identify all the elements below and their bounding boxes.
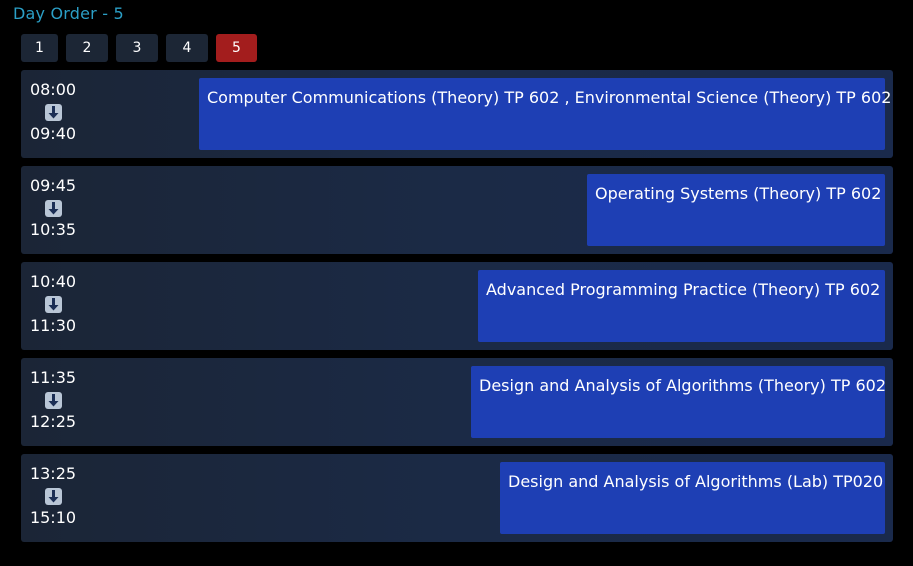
day-tab-4[interactable]: 4 [166, 34, 208, 62]
time-slot: 09:45 10:35 [21, 166, 85, 254]
down-arrow-icon [44, 104, 62, 121]
page-title: Day Order - 5 [13, 4, 124, 23]
down-arrow-icon [44, 296, 62, 313]
day-tab-5[interactable]: 5 [216, 34, 257, 62]
end-time: 10:35 [29, 220, 77, 239]
time-slot: 08:00 09:40 [21, 70, 85, 158]
schedule-row: 08:00 09:40 Computer Communications (The… [21, 70, 893, 158]
start-time: 10:40 [29, 272, 77, 291]
down-arrow-icon [44, 488, 62, 505]
schedule-row: 11:35 12:25 Design and Analysis of Algor… [21, 358, 893, 446]
schedule-row: 09:45 10:35 Operating Systems (Theory) T… [21, 166, 893, 254]
course-block[interactable]: Advanced Programming Practice (Theory) T… [478, 270, 885, 342]
schedule-row: 13:25 15:10 Design and Analysis of Algor… [21, 454, 893, 542]
end-time: 11:30 [29, 316, 77, 335]
day-order-tabs: 1 2 3 4 5 [21, 34, 257, 62]
end-time: 12:25 [29, 412, 77, 431]
end-time: 15:10 [29, 508, 77, 527]
schedule-row: 10:40 11:30 Advanced Programming Practic… [21, 262, 893, 350]
course-block[interactable]: Design and Analysis of Algorithms (Theor… [471, 366, 886, 438]
down-arrow-icon [44, 392, 62, 409]
course-block[interactable]: Operating Systems (Theory) TP 602 [587, 174, 885, 246]
start-time: 08:00 [29, 80, 77, 99]
start-time: 13:25 [29, 464, 77, 483]
start-time: 11:35 [29, 368, 77, 387]
time-slot: 11:35 12:25 [21, 358, 85, 446]
day-tab-2[interactable]: 2 [66, 34, 108, 62]
schedule-list: 08:00 09:40 Computer Communications (The… [21, 70, 893, 550]
course-block[interactable]: Design and Analysis of Algorithms (Lab) … [500, 462, 885, 534]
course-block[interactable]: Computer Communications (Theory) TP 602 … [199, 78, 891, 150]
end-time: 09:40 [29, 124, 77, 143]
down-arrow-icon [44, 200, 62, 217]
time-slot: 10:40 11:30 [21, 262, 85, 350]
day-tab-1[interactable]: 1 [21, 34, 58, 62]
day-tab-3[interactable]: 3 [116, 34, 158, 62]
timetable-page: Day Order - 5 1 2 3 4 5 08:00 09:40 Comp… [0, 0, 913, 566]
time-slot: 13:25 15:10 [21, 454, 85, 542]
start-time: 09:45 [29, 176, 77, 195]
